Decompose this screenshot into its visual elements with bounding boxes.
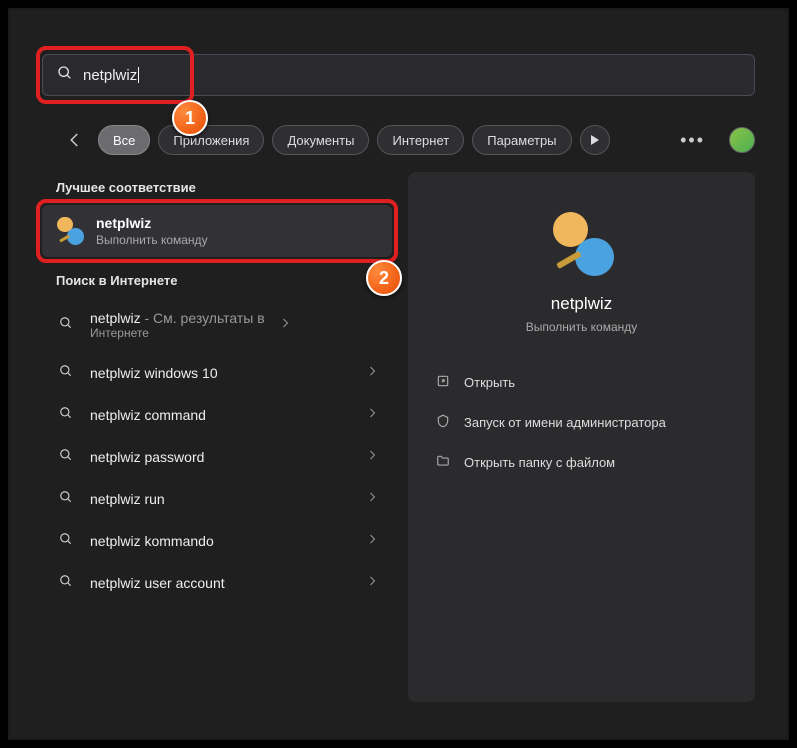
netplwiz-icon (56, 217, 84, 245)
web-result-sub: Интернете (90, 326, 265, 340)
chevron-right-icon (279, 316, 291, 334)
chevron-right-icon (366, 448, 378, 466)
chevron-right-icon (366, 364, 378, 382)
web-result[interactable]: netplwiz user account (42, 562, 392, 604)
search-bar[interactable]: netplwiz (42, 54, 755, 96)
more-button[interactable]: ••• (672, 126, 713, 155)
action-run-as-admin[interactable]: Запуск от имени администратора (426, 402, 737, 442)
best-match-subtitle: Выполнить команду (96, 233, 208, 247)
search-icon (56, 364, 76, 383)
web-result-label: netplwiz password (90, 449, 352, 465)
folder-icon (434, 454, 452, 471)
detail-title: netplwiz (408, 294, 755, 314)
filter-row: Все Приложения Документы Интернет Параме… (60, 120, 755, 160)
chevron-right-icon (366, 490, 378, 508)
filter-internet[interactable]: Интернет (377, 125, 464, 155)
web-result-label: netplwiz user account (90, 575, 352, 591)
search-icon (56, 574, 76, 593)
web-result-label: netplwiz command (90, 407, 352, 423)
chevron-right-icon (366, 574, 378, 592)
search-icon (56, 490, 76, 509)
play-button[interactable] (580, 125, 610, 155)
web-result-label: netplwiz run (90, 491, 352, 507)
results-column: Лучшее соответствие netplwiz Выполнить к… (42, 172, 392, 720)
annotation-highlight-2 (36, 199, 398, 263)
chevron-right-icon (366, 406, 378, 424)
filter-label: Параметры (487, 133, 556, 148)
search-icon (56, 532, 76, 551)
action-label: Открыть (464, 375, 515, 390)
filter-label: Документы (287, 133, 354, 148)
web-result-label: netplwiz kommando (90, 533, 352, 549)
netplwiz-icon-large (550, 212, 614, 276)
open-icon (434, 374, 452, 391)
section-best-match: Лучшее соответствие (42, 172, 392, 205)
action-label: Открыть папку с файлом (464, 455, 615, 470)
action-open[interactable]: Открыть (426, 362, 737, 402)
web-result[interactable]: netplwiz command (42, 394, 392, 436)
action-label: Запуск от имени администратора (464, 415, 666, 430)
filter-label: Интернет (392, 133, 449, 148)
web-result[interactable]: netplwiz password (42, 436, 392, 478)
web-result[interactable]: netplwiz windows 10 (42, 352, 392, 394)
search-icon (56, 316, 76, 335)
annotation-marker-2: 2 (366, 260, 402, 296)
filter-settings[interactable]: Параметры (472, 125, 571, 155)
best-match-title: netplwiz (96, 215, 208, 231)
back-button[interactable] (60, 125, 90, 155)
filter-apps[interactable]: Приложения (158, 125, 264, 155)
user-avatar[interactable] (729, 127, 755, 153)
detail-subtitle: Выполнить команду (408, 320, 755, 334)
section-web-search: Поиск в Интернете (42, 265, 392, 298)
filter-label: Все (113, 133, 135, 148)
search-icon (56, 406, 76, 425)
web-result-label: netplwiz - См. результаты в (90, 310, 265, 326)
web-result-more[interactable]: netplwiz - См. результаты в Интернете (42, 298, 392, 352)
detail-panel: netplwiz Выполнить команду Открыть Запус… (408, 172, 755, 702)
chevron-right-icon (366, 532, 378, 550)
web-result[interactable]: netplwiz run (42, 478, 392, 520)
filter-documents[interactable]: Документы (272, 125, 369, 155)
annotation-marker-1: 1 (172, 100, 208, 136)
best-match-result[interactable]: netplwiz Выполнить команду (42, 205, 392, 257)
web-result-label: netplwiz windows 10 (90, 365, 352, 381)
action-open-folder[interactable]: Открыть папку с файлом (426, 442, 737, 482)
web-result[interactable]: netplwiz kommando (42, 520, 392, 562)
shield-icon (434, 414, 452, 431)
search-icon (56, 448, 76, 467)
filter-all[interactable]: Все (98, 125, 150, 155)
